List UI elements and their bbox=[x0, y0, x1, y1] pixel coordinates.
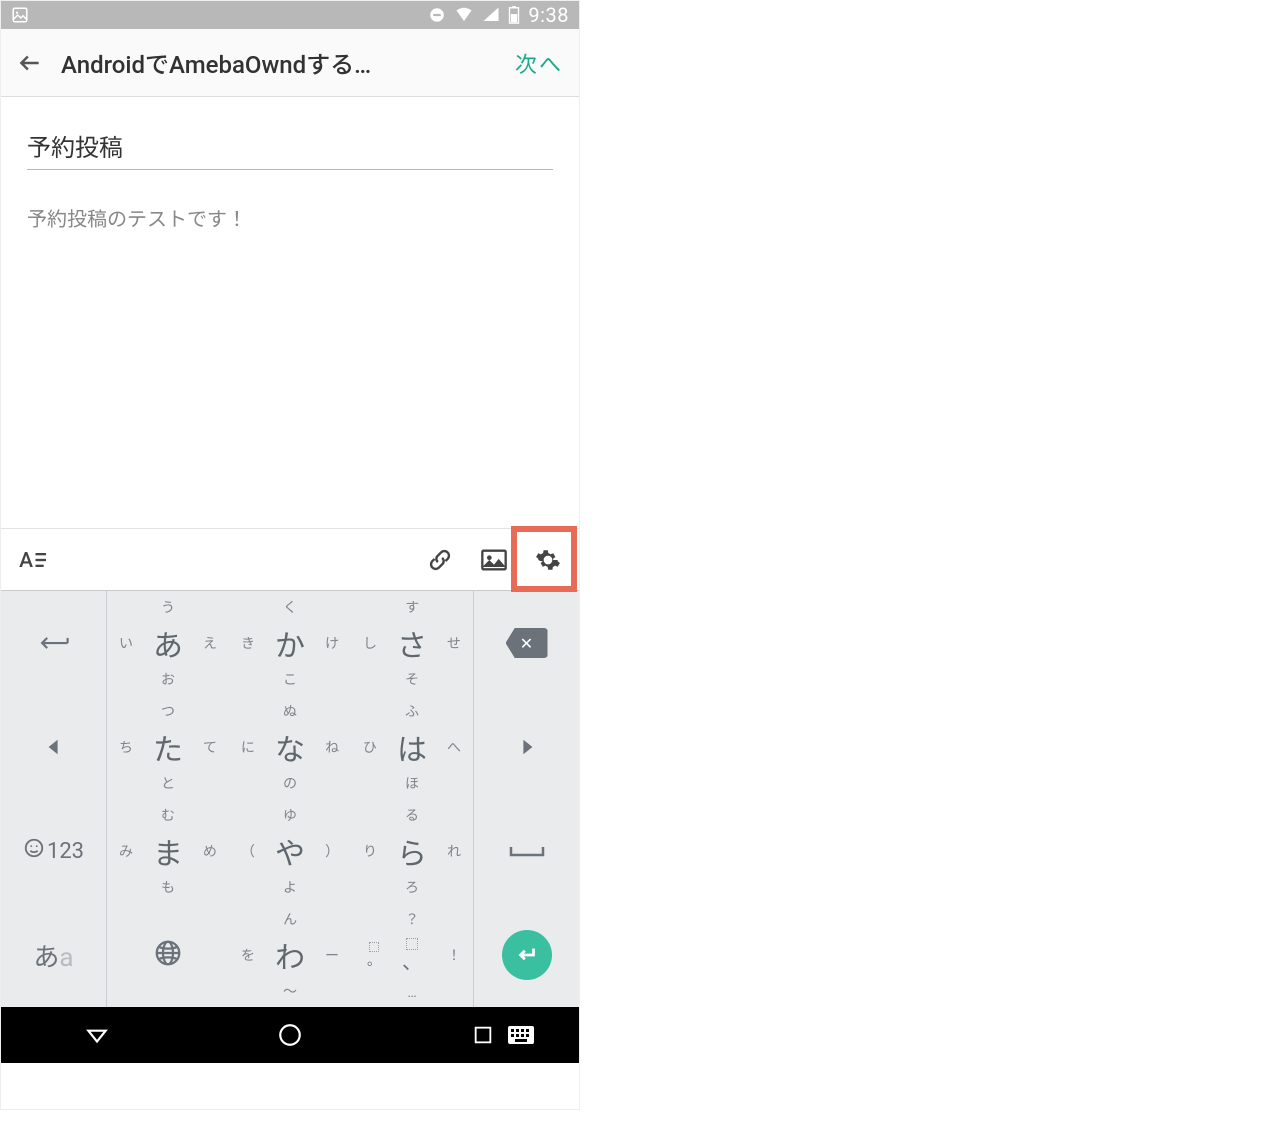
enter-icon bbox=[502, 930, 552, 980]
kb-row-4: あa ん を わ ー 〜 ？ 。 bbox=[1, 903, 579, 1007]
android-navbar bbox=[1, 1007, 579, 1063]
backspace-key[interactable]: ✕ bbox=[473, 591, 579, 695]
kb-row-1: う い あ え お く き か け こ す し さ せ そ ✕ bbox=[1, 591, 579, 695]
editor-toolbar: A bbox=[1, 528, 579, 590]
kana-mode-key[interactable]: あa bbox=[1, 903, 107, 1007]
kana-ta-key[interactable]: つ ち た て と bbox=[107, 695, 229, 799]
kb-row-2: つ ち た て と ぬ に な ね の ふ ひ は へ ほ bbox=[1, 695, 579, 799]
editor-toolbar-wrap: A bbox=[1, 528, 579, 590]
post-body-input[interactable] bbox=[27, 204, 553, 514]
kana-a-key[interactable]: う い あ え お bbox=[107, 591, 229, 695]
page-title: AndroidでAmebaOwndする… bbox=[61, 45, 497, 80]
status-bar: 9:38 bbox=[1, 1, 579, 29]
cursor-right-key[interactable] bbox=[473, 695, 579, 799]
status-time: 9:38 bbox=[528, 3, 569, 27]
signal-icon bbox=[482, 6, 500, 24]
next-button[interactable]: 次へ bbox=[515, 47, 563, 79]
image-notification-icon bbox=[11, 6, 29, 24]
dnd-icon bbox=[428, 6, 446, 24]
nav-back-button[interactable] bbox=[57, 1022, 137, 1048]
kana-ha-key[interactable]: ふ ひ は へ ほ bbox=[351, 695, 473, 799]
kana-wa-key[interactable]: ん を わ ー 〜 bbox=[229, 903, 351, 1007]
link-button[interactable] bbox=[423, 543, 457, 577]
editor-content bbox=[1, 97, 579, 528]
back-icon[interactable] bbox=[17, 50, 43, 76]
cursor-left-key[interactable] bbox=[1, 695, 107, 799]
nav-home-button[interactable] bbox=[250, 1022, 330, 1048]
emoji-icon bbox=[23, 837, 45, 865]
kana-ra-key[interactable]: る り ら れ ろ bbox=[351, 799, 473, 903]
image-button[interactable] bbox=[477, 543, 511, 577]
globe-key[interactable] bbox=[107, 903, 229, 1007]
battery-icon bbox=[508, 6, 520, 24]
undo-key[interactable] bbox=[1, 591, 107, 695]
text-format-button[interactable]: A bbox=[15, 543, 49, 577]
svg-text:A: A bbox=[19, 549, 33, 573]
phone-screen: 9:38 AndroidでAmebaOwndする… 次へ A bbox=[0, 0, 580, 1110]
kana-ka-key[interactable]: く き か け こ bbox=[229, 591, 351, 695]
kana-ya-key[interactable]: ゆ （ や ） よ bbox=[229, 799, 351, 903]
kana-na-key[interactable]: ぬ に な ね の bbox=[229, 695, 351, 799]
status-right: 9:38 bbox=[428, 3, 569, 27]
keyboard: う い あ え お く き か け こ す し さ せ そ ✕ bbox=[1, 590, 579, 1007]
app-header: AndroidでAmebaOwndする… 次へ bbox=[1, 29, 579, 97]
kb-row-3: 123 む み ま め も ゆ （ や ） よ る り ら れ bbox=[1, 799, 579, 903]
post-title-input[interactable] bbox=[27, 125, 553, 170]
backspace-icon: ✕ bbox=[506, 628, 548, 658]
kana-sa-key[interactable]: す し さ せ そ bbox=[351, 591, 473, 695]
globe-icon bbox=[153, 938, 183, 972]
settings-button[interactable] bbox=[531, 543, 565, 577]
emoji-numeric-key[interactable]: 123 bbox=[1, 799, 107, 903]
status-left bbox=[11, 6, 29, 24]
enter-key[interactable] bbox=[473, 903, 579, 1007]
space-icon bbox=[507, 841, 547, 861]
kana-ma-key[interactable]: む み ま め も bbox=[107, 799, 229, 903]
wifi-icon bbox=[454, 6, 474, 24]
space-key[interactable] bbox=[473, 799, 579, 903]
punct-key[interactable]: ？ 。 、 ！ … bbox=[351, 903, 473, 1007]
nav-keyboard-button[interactable] bbox=[481, 1024, 561, 1046]
